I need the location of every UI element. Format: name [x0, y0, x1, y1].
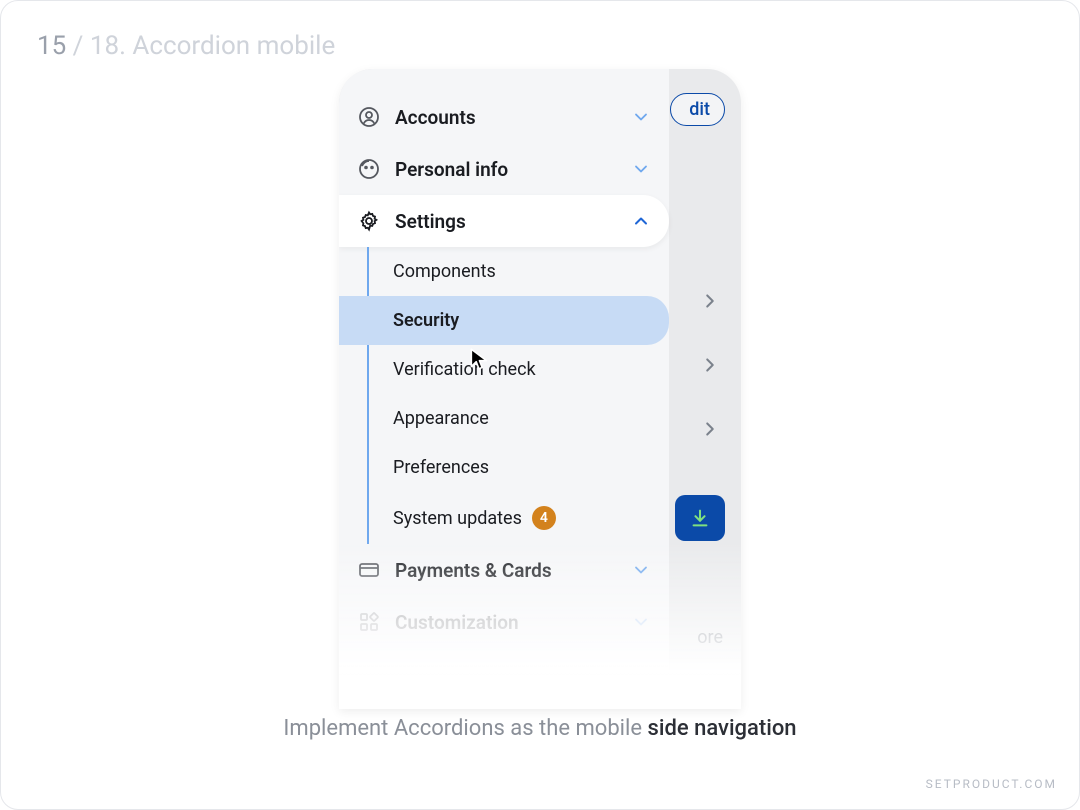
sub-item-verification[interactable]: Verification check	[369, 345, 669, 394]
caption-strong: side navigation	[648, 716, 797, 741]
sub-item-components[interactable]: Components	[369, 247, 669, 296]
nav-item-accounts[interactable]: Accounts	[339, 69, 669, 143]
page-total-title: 18. Accordion mobile	[90, 31, 335, 61]
widgets-icon	[357, 610, 381, 634]
nav-item-customization[interactable]: Customization	[339, 596, 669, 648]
updates-badge: 4	[532, 506, 556, 530]
settings-sublist: Components Security Verification check A…	[367, 247, 669, 544]
slide-counter: 15 / 18. Accordion mobile	[37, 31, 335, 61]
watermark: SETPRODUCT.COM	[926, 777, 1057, 791]
sub-item-security[interactable]: Security	[339, 296, 669, 345]
chevron-down-icon	[631, 107, 651, 127]
slide-frame: 15 / 18. Accordion mobile dit ore Accoun…	[0, 0, 1080, 810]
chevron-right-icon	[699, 354, 721, 376]
user-circle-icon	[357, 105, 381, 129]
phone-mockup: dit ore Accounts Person	[339, 69, 741, 709]
page-sep: /	[66, 31, 90, 61]
side-nav-panel: Accounts Personal info Settings Componen…	[339, 69, 669, 709]
nav-item-label: Customization	[395, 611, 617, 634]
sub-item-label: System updates	[393, 508, 522, 529]
nav-item-payments[interactable]: Payments & Cards	[339, 544, 669, 596]
nav-item-settings[interactable]: Settings	[339, 195, 669, 247]
nav-item-label: Payments & Cards	[395, 559, 617, 582]
edit-button-partial[interactable]: dit	[670, 93, 725, 126]
nav-item-personal-info[interactable]: Personal info	[339, 143, 669, 195]
sub-item-label: Components	[393, 261, 496, 282]
more-text-partial: ore	[697, 627, 723, 648]
sub-item-preferences[interactable]: Preferences	[369, 443, 669, 492]
sub-item-label: Appearance	[393, 408, 489, 429]
chevron-down-icon	[631, 560, 651, 580]
card-icon	[357, 558, 381, 582]
chevron-down-icon	[631, 612, 651, 632]
sub-item-label: Preferences	[393, 457, 489, 478]
sub-item-label: Verification check	[393, 359, 536, 380]
page-current: 15	[37, 31, 66, 61]
nav-item-label: Settings	[395, 210, 617, 233]
gear-icon	[357, 209, 381, 233]
nav-item-label: Accounts	[395, 106, 617, 129]
chevron-right-icon	[699, 290, 721, 312]
slide-caption: Implement Accordions as the mobile side …	[1, 716, 1079, 741]
chevron-down-icon	[631, 159, 651, 179]
chevron-right-icon	[699, 418, 721, 440]
sub-item-system-updates[interactable]: System updates 4	[369, 492, 669, 544]
sub-item-label: Security	[393, 310, 459, 331]
chevron-up-icon	[631, 211, 651, 231]
nav-item-label: Personal info	[395, 158, 617, 181]
download-button[interactable]	[675, 495, 725, 541]
caption-prefix: Implement Accordions as the mobile	[283, 716, 647, 741]
face-icon	[357, 157, 381, 181]
download-icon	[689, 507, 711, 529]
sub-item-appearance[interactable]: Appearance	[369, 394, 669, 443]
